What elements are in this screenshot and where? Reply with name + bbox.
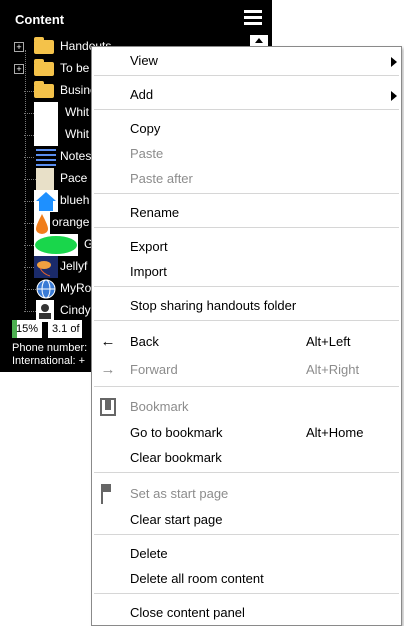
green-ellipse-icon (34, 234, 78, 256)
submenu-arrow-icon (391, 91, 397, 101)
folder-icon (34, 37, 54, 54)
menu-item-copy[interactable]: Copy (92, 118, 401, 140)
folder-icon (34, 81, 54, 98)
document-icon (36, 168, 54, 190)
tree-item-label: MyRo (60, 281, 92, 295)
globe-icon (34, 278, 58, 300)
tree-item-label: To be (60, 61, 90, 75)
menu-item-paste-after: Paste after (130, 171, 193, 186)
back-arrow-icon: ← (100, 333, 116, 350)
tree-item-label: Jellyf (60, 259, 88, 273)
progress-percentage: 15% (12, 320, 42, 338)
panel-title: Content (15, 12, 65, 27)
expand-icon[interactable]: + (14, 42, 24, 52)
menu-item-import[interactable]: Import (92, 261, 401, 283)
expand-icon[interactable]: + (14, 64, 24, 74)
menu-item-delete[interactable]: Delete (92, 543, 401, 565)
international-number: International: + (12, 355, 86, 367)
forward-arrow-icon: → (100, 361, 116, 378)
menu-item-go-to-bookmark[interactable]: Go to bookmark Alt+Home (92, 422, 401, 444)
menu-item-set-start-page: Set as start page (92, 483, 401, 505)
tree-item-label: Whit (65, 105, 89, 119)
menu-item-clear-start-page[interactable]: Clear start page (92, 509, 401, 531)
whiteboard-icon (34, 124, 58, 146)
page-indicator: 3.1 of 2 (48, 320, 82, 353)
menu-item-delete-all[interactable]: Delete all room content (92, 568, 401, 590)
tree-item-label: Notes (60, 149, 92, 163)
orange-drop-icon (34, 212, 50, 234)
tree-item-label: orange (52, 215, 90, 229)
phone-number: Phone number: 1 (12, 342, 96, 354)
tree-item-label: Pace (60, 171, 88, 185)
menu-item-close-panel[interactable]: Close content panel (92, 602, 401, 624)
tree-item-label: Whit (65, 127, 89, 141)
folder-icon (34, 59, 54, 76)
flag-icon (99, 484, 113, 504)
hamburger-menu-icon[interactable] (244, 8, 262, 28)
menu-item-view[interactable]: View (92, 50, 401, 72)
menu-item-stop-sharing[interactable]: Stop sharing handouts folder (92, 295, 401, 317)
menu-item-bookmark: Bookmark (92, 396, 401, 418)
menu-item-paste: Paste (130, 146, 164, 161)
blue-house-icon (34, 190, 58, 212)
user-icon (36, 300, 54, 322)
menu-item-export[interactable]: Export (92, 236, 401, 258)
tree-item-label: blueh (60, 193, 90, 207)
menu-item-add[interactable]: Add (92, 84, 401, 106)
tree-item-label: Cindy (60, 303, 91, 317)
menu-item-clear-bookmark[interactable]: Clear bookmark (92, 447, 401, 469)
menu-item-rename[interactable]: Rename (92, 202, 401, 224)
bookmark-icon (100, 398, 116, 416)
whiteboard-icon (34, 102, 58, 124)
tree-connector (25, 50, 26, 312)
notes-icon (34, 146, 58, 168)
submenu-arrow-icon (391, 57, 397, 67)
jellyfish-image-icon (34, 256, 58, 278)
context-menu: View Add Copy Paste Paste after Rename E… (91, 46, 402, 626)
menu-item-back[interactable]: ← Back Alt+Left (92, 331, 401, 353)
menu-item-forward: → Forward Alt+Right (92, 359, 401, 381)
